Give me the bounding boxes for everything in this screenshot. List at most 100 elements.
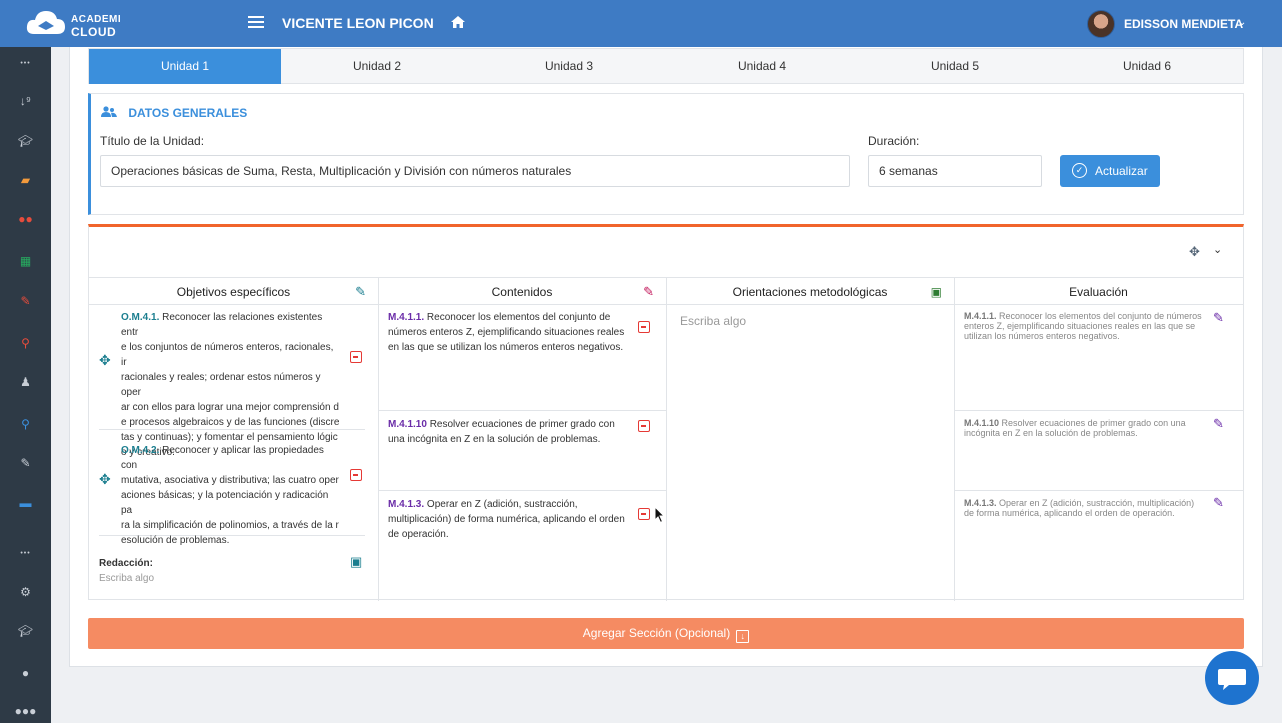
remove-icon[interactable] [350, 351, 362, 363]
users-icon [101, 106, 120, 120]
sidebar: ••• ↓⁹ 🎓︎ ▰ ●● ▦ ✎ ⚲ ♟ ⚲ ✎ ▬ ••• ⚙ 🎓︎ ● ●●● [0, 47, 51, 723]
actualizar-button[interactable]: ✓ Actualizar [1060, 155, 1160, 187]
chevron-down-icon[interactable]: ⌄ [1238, 17, 1246, 28]
tab-unidad-6[interactable]: Unidad 6 [1051, 49, 1243, 84]
evaluacion-code: M.4.1.1. [964, 311, 997, 321]
mouse-cursor-icon [654, 505, 666, 527]
users-icon[interactable]: ●● [0, 209, 51, 229]
remove-icon[interactable] [638, 321, 650, 333]
contenido-m411: M.4.1.1. Reconocer los elementos del con… [388, 310, 628, 355]
agregar-seccion-button[interactable]: Agregar Sección (Opcional) ↓ [88, 618, 1244, 649]
users-group-icon[interactable]: ●●● [0, 701, 51, 721]
save-icon[interactable]: ▣ [931, 278, 942, 306]
evaluacion-code: M.4.1.10 [964, 418, 1000, 428]
calendar-icon[interactable]: ▦ [0, 251, 51, 271]
remove-icon[interactable] [638, 420, 650, 432]
header-evaluacion: Evaluación [954, 277, 1243, 305]
user-tie-icon[interactable]: ♟ [0, 372, 51, 392]
academicloud-logo[interactable]: ACADEMI CLOUD [26, 8, 146, 40]
objetivo-line: aciones básicas; y la potenciación y rad… [121, 490, 329, 516]
objetivo-om41: O.M.4.1. Reconocer las relaciones existe… [121, 310, 341, 460]
cogs-icon[interactable]: ⚙ [0, 582, 51, 602]
duracion-label: Duración: [868, 134, 920, 148]
chat-icon [1218, 669, 1246, 690]
redaccion-input[interactable]: Escriba algo [99, 573, 154, 584]
save-icon[interactable]: ▣ [350, 554, 362, 570]
datos-generales-title: DATOS GENERALES [101, 106, 247, 120]
graduation-cap-icon[interactable]: 🎓︎ [0, 131, 51, 151]
evaluacion-line: Reconocer los elementos del conjunto de … [996, 311, 1202, 321]
evaluacion-code: M.4.1.3. [964, 498, 997, 508]
chevron-down-icon[interactable]: ⌄ [1213, 243, 1222, 256]
user-avatar[interactable] [1087, 10, 1115, 38]
row-divider [954, 410, 1243, 411]
contenido-code: M.4.1.10 [388, 419, 427, 430]
edit-pencil-icon[interactable]: ✎ [355, 278, 366, 306]
header-contenidos-label: Contenidos [491, 285, 553, 299]
evaluacion-line: incógnita en Z en la solución de problem… [964, 428, 1138, 438]
objetivo-line: e procesos algebraicos y de las funcione… [121, 417, 340, 428]
objetivo-line: ar con ellos para lograr una mejor compr… [121, 402, 339, 413]
column-divider [954, 277, 955, 601]
contenido-line: de operación. [388, 529, 449, 540]
user-name[interactable]: EDISSON MENDIETA [1124, 17, 1243, 31]
edit-pencil-icon[interactable]: ✎ [1213, 416, 1224, 432]
edit-pencil-icon[interactable]: ✎ [1213, 495, 1224, 511]
header-orientaciones-label: Orientaciones metodológicas [732, 285, 888, 299]
move-arrows-icon[interactable]: ✥ [99, 471, 111, 488]
folder-open-icon[interactable]: ▰ [0, 170, 51, 190]
duracion-input[interactable]: 6 semanas [868, 155, 1042, 187]
logo-text-cloud: CLOUD [71, 25, 117, 39]
unit-section: ✥ ⌄ Objetivos específicos ✎ Contenidos ✎… [88, 224, 1244, 601]
column-divider [666, 277, 667, 601]
row-divider [378, 490, 666, 491]
objetivo-line: mutativa, asociativa y distributiva; las… [121, 475, 339, 486]
header-evaluacion-label: Evaluación [1069, 285, 1128, 299]
download-icon: ↓ [736, 630, 750, 643]
evaluacion-line: utilizan los números enteros negativos. [964, 331, 1120, 341]
contenido-m413: M.4.1.3. Operar en Z (adición, sustracci… [388, 497, 628, 542]
contenido-line: Reconocer los elementos del conjunto de [424, 312, 611, 323]
remove-icon[interactable] [350, 469, 362, 481]
tab-unidad-2[interactable]: Unidad 2 [281, 49, 473, 84]
contenido-code: M.4.1.3. [388, 499, 425, 510]
unit-tabs: Unidad 1 Unidad 2 Unidad 3 Unidad 4 Unid… [88, 48, 1244, 84]
move-arrows-icon[interactable]: ✥ [1189, 244, 1200, 260]
home-icon[interactable] [450, 15, 466, 32]
edit-pencil-icon[interactable]: ✎ [1213, 310, 1224, 326]
redaccion-label: Redacción: [99, 558, 153, 569]
tab-unidad-4[interactable]: Unidad 4 [666, 49, 858, 84]
edit-white-icon[interactable]: ✎ [0, 453, 51, 473]
objetivo-line: ra la simplificación de polinomios, a tr… [121, 520, 339, 531]
orientaciones-input[interactable]: Escriba algo [680, 314, 746, 328]
tab-unidad-5[interactable]: Unidad 5 [859, 49, 1051, 84]
more-dots-icon[interactable]: ••• [0, 544, 51, 564]
edit-icon[interactable]: ✎ [0, 291, 51, 311]
remove-icon[interactable] [638, 508, 650, 520]
top-navbar: ACADEMI CLOUD VICENTE LEON PICON EDISSON… [0, 0, 1282, 47]
titulo-input[interactable]: Operaciones básicas de Suma, Resta, Mult… [100, 155, 850, 187]
objetivo-line: racionales y reales; ordenar estos númer… [121, 372, 321, 398]
sort-icon[interactable]: ↓⁹ [0, 91, 51, 111]
more-dots-icon[interactable]: ••• [0, 54, 51, 74]
objetivo-line: e los conjuntos de números enteros, raci… [121, 342, 334, 368]
contenido-line: multiplicación) de forma numérica, aplic… [388, 514, 625, 525]
contenido-line: números enteros Z, ejemplificando situac… [388, 327, 625, 338]
search-icon[interactable]: ⚲ [0, 333, 51, 353]
user-icon[interactable]: ● [0, 663, 51, 683]
contenido-line: en las que se utilizan los números enter… [388, 342, 624, 353]
move-arrows-icon[interactable]: ✥ [99, 352, 111, 369]
edit-pencil-icon[interactable]: ✎ [643, 278, 654, 306]
menu-toggle-icon[interactable] [248, 16, 264, 30]
contenido-line: una incógnita en Z en la solución de pro… [388, 434, 601, 445]
chat-button[interactable] [1205, 651, 1259, 705]
tab-unidad-3[interactable]: Unidad 3 [473, 49, 665, 84]
cloud-logo-icon [26, 11, 65, 34]
search-blue-icon[interactable]: ⚲ [0, 414, 51, 434]
student-name: VICENTE LEON PICON [282, 15, 434, 31]
actualizar-label: Actualizar [1095, 164, 1148, 178]
evaluacion-m411: M.4.1.1. Reconocer los elementos del con… [964, 311, 1214, 341]
briefcase-icon[interactable]: ▬ [0, 493, 51, 513]
tab-unidad-1[interactable]: Unidad 1 [89, 49, 281, 84]
graduation-cap-icon[interactable]: 🎓︎ [0, 621, 51, 641]
